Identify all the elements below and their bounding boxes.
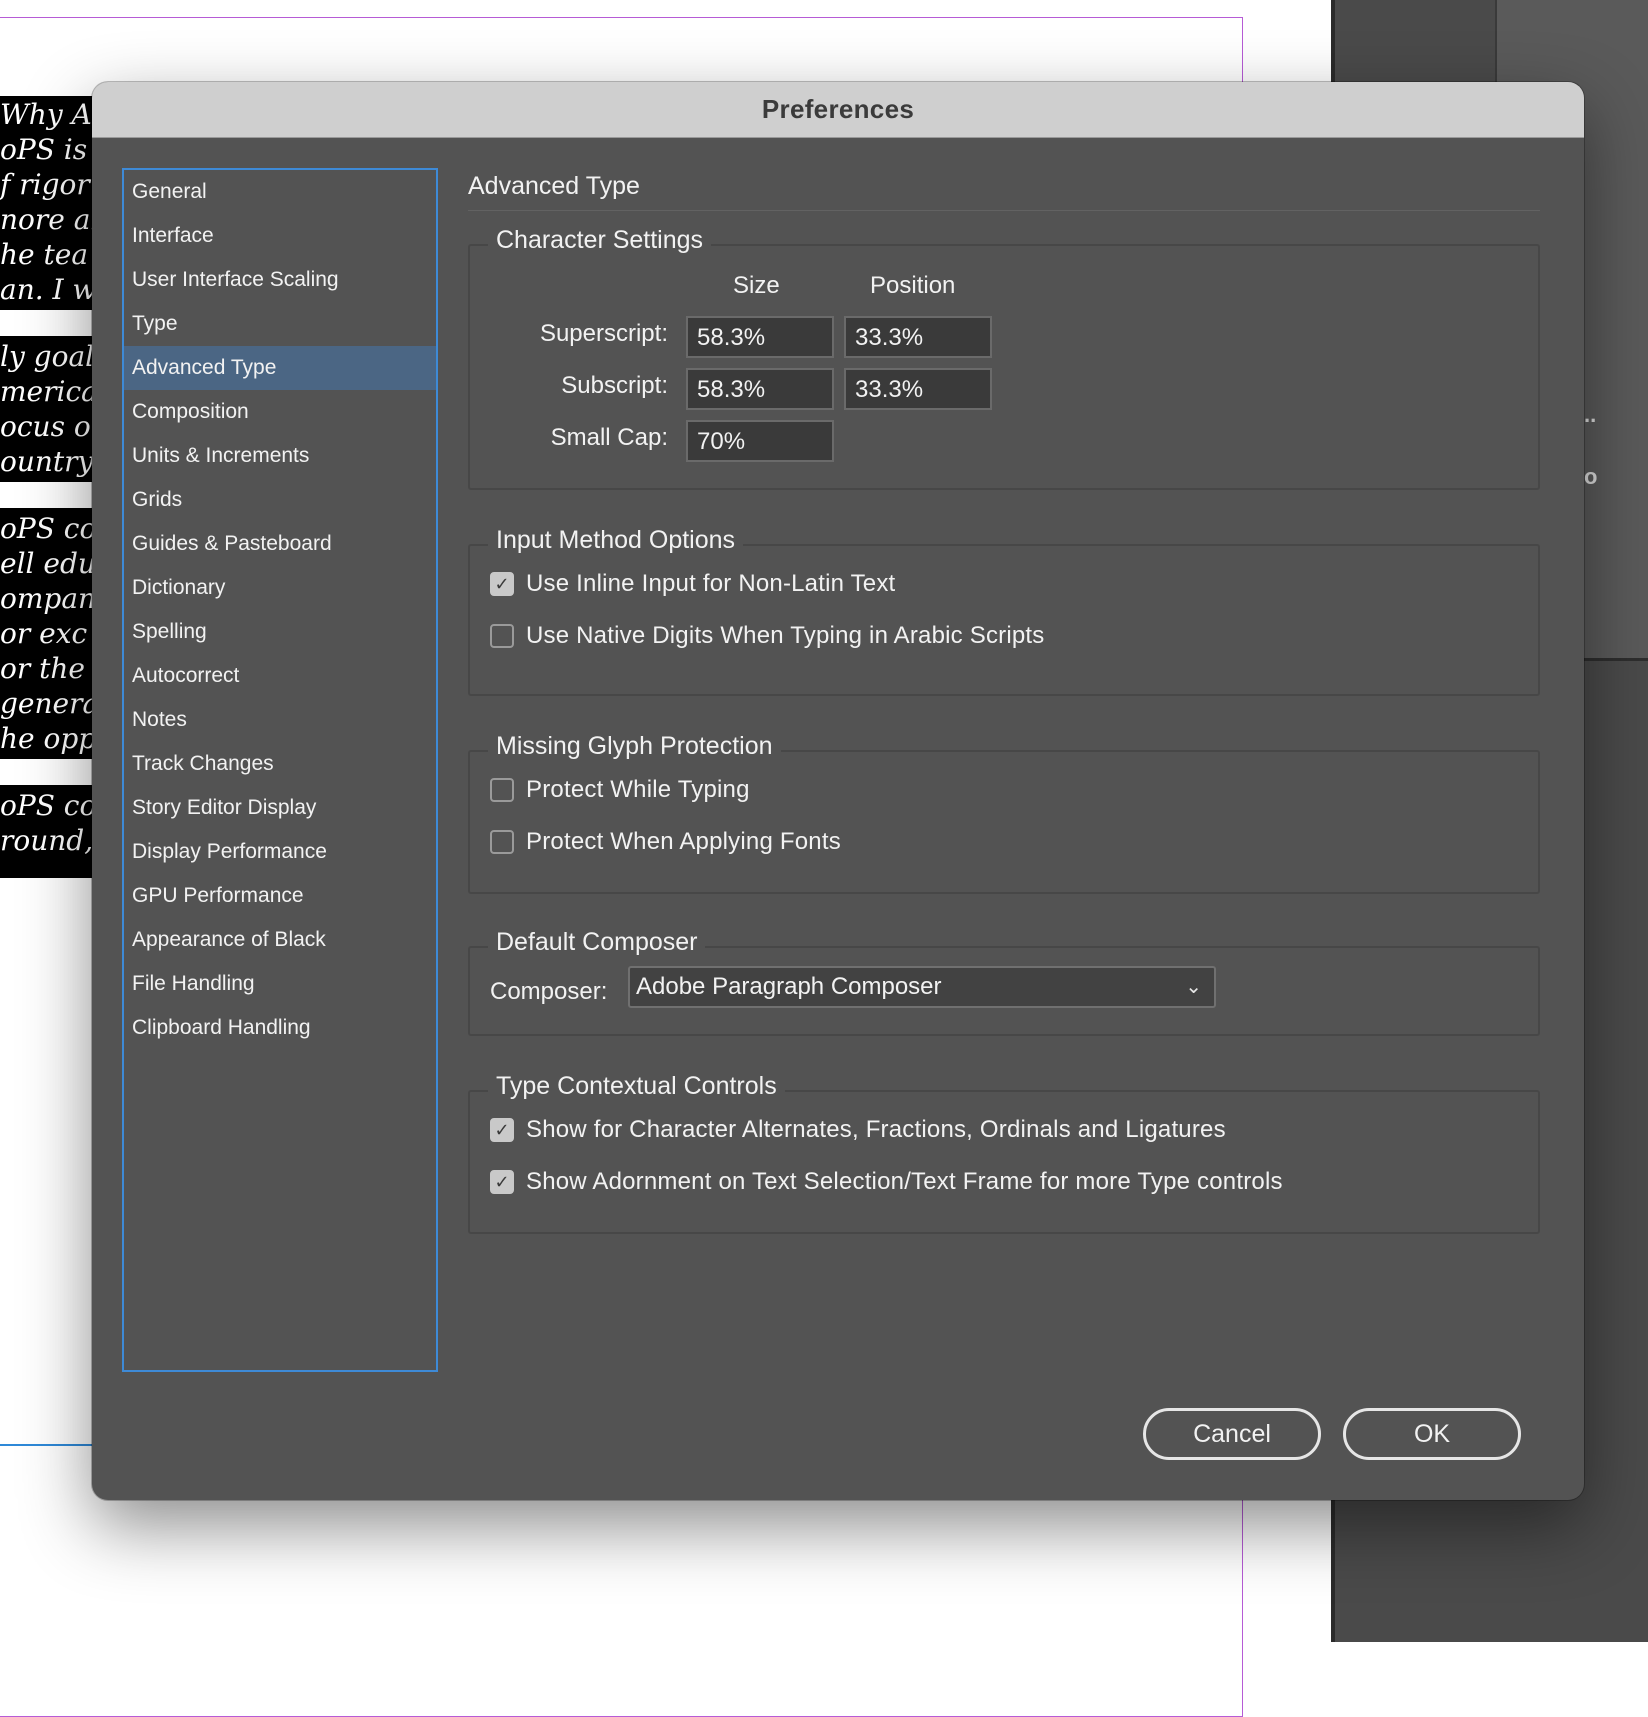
protect-typing-label: Protect While Typing [526, 776, 750, 803]
default-composer-group: Default Composer Composer: Adobe Paragra… [468, 928, 1540, 1036]
document-line-gap [0, 310, 100, 336]
small-cap-label: Small Cap: [550, 424, 668, 451]
sidebar-item-gpu-performance[interactable]: GPU Performance [124, 874, 436, 918]
protect-fonts-checkbox[interactable] [490, 830, 514, 854]
adornment-option[interactable]: ✓ Show Adornment on Text Selection/Text … [490, 1166, 1283, 1198]
sidebar-item-interface[interactable]: Interface [124, 214, 436, 258]
superscript-label: Superscript: [539, 320, 668, 347]
dialog-titlebar[interactable]: Preferences [92, 82, 1584, 138]
char-alternates-checkbox[interactable]: ✓ [490, 1118, 514, 1142]
document-text-line: f rigor [0, 168, 90, 201]
dialog-title: Preferences [761, 94, 915, 124]
panel-overflow-text: o [1584, 464, 1598, 489]
document-text-line: or the [0, 652, 85, 685]
group-title-missing-glyph: Missing Glyph Protection [488, 732, 781, 761]
group-title-default-composer: Default Composer [488, 928, 706, 957]
checkmark-icon: ✓ [494, 574, 510, 594]
protect-typing-option[interactable]: Protect While Typing [490, 774, 750, 806]
chevron-down-icon: ⌄ [1185, 976, 1202, 998]
ok-button[interactable]: OK [1343, 1408, 1521, 1460]
preferences-dialog: Preferences General Interface User Interfa… [92, 82, 1584, 1500]
sidebar-item-advanced-type[interactable]: Advanced Type [124, 346, 436, 390]
document-line-gap [0, 759, 100, 785]
contextual-controls-group: Type Contextual Controls ✓ Show for Char… [468, 1072, 1540, 1234]
document-text-line: Why Ad [0, 98, 100, 131]
input-method-group: Input Method Options ✓ Use Inline Input … [468, 526, 1540, 696]
panel-overflow-text: .. [1584, 402, 1597, 427]
sidebar-item-appearance-of-black[interactable]: Appearance of Black [124, 918, 436, 962]
sidebar-item-guides-pasteboard[interactable]: Guides & Pasteboard [124, 522, 436, 566]
document-text-line: ell edu [0, 547, 96, 580]
missing-glyph-group: Missing Glyph Protection Protect While T… [468, 732, 1540, 894]
sidebar-item-units-increments[interactable]: Units & Increments [124, 434, 436, 478]
document-text-line: oPS co [0, 789, 97, 822]
native-digits-label: Use Native Digits When Typing in Arabic … [526, 622, 1045, 649]
group-title-character-settings: Character Settings [488, 226, 712, 255]
group-title-input-method: Input Method Options [488, 526, 744, 555]
sidebar-item-autocorrect[interactable]: Autocorrect [124, 654, 436, 698]
document-text-line: genera [0, 687, 100, 720]
superscript-size-field[interactable]: 58.3% [686, 316, 834, 358]
native-digits-checkbox[interactable] [490, 624, 514, 648]
sidebar-item-dictionary[interactable]: Dictionary [124, 566, 436, 610]
native-digits-option[interactable]: Use Native Digits When Typing in Arabic … [490, 620, 1045, 652]
sidebar-item-display-performance[interactable]: Display Performance [124, 830, 436, 874]
composer-label: Composer: [490, 978, 608, 1005]
adornment-checkbox[interactable]: ✓ [490, 1170, 514, 1194]
sidebar-item-user-interface-scaling[interactable]: User Interface Scaling [124, 258, 436, 302]
sidebar-item-notes[interactable]: Notes [124, 698, 436, 742]
document-text-line: ocus o [0, 410, 91, 443]
document-text-line: oPS co [0, 512, 97, 545]
document-text-line: nore ab [0, 203, 100, 236]
preferences-category-list[interactable]: General Interface User Interface Scaling Ty… [122, 168, 438, 1372]
document-text-line: an. I w [0, 273, 97, 306]
document-guide-line [0, 1444, 100, 1446]
document-text-line: he tea [0, 238, 89, 271]
document-text-line: oPS is [0, 133, 88, 166]
document-text-line: merica, [0, 375, 100, 408]
document-text-line: or exc [0, 617, 88, 650]
document-text-line: ompany [0, 582, 100, 615]
char-alternates-option[interactable]: ✓ Show for Character Alternates, Fractio… [490, 1114, 1226, 1146]
section-heading: Advanced Type [468, 172, 640, 200]
protect-fonts-option[interactable]: Protect When Applying Fonts [490, 826, 841, 858]
composer-select[interactable]: Adobe Paragraph Composer ⌄ [628, 966, 1216, 1008]
protect-typing-checkbox[interactable] [490, 778, 514, 802]
checkmark-icon: ✓ [494, 1120, 510, 1140]
small-cap-size-field[interactable]: 70% [686, 420, 834, 462]
document-handwriting-image: Why Ad oPS is f rigor nore ab he tea an. I w l… [0, 96, 100, 878]
protect-fonts-label: Protect When Applying Fonts [526, 828, 841, 855]
checkmark-icon: ✓ [494, 1172, 510, 1192]
adornment-label: Show Adornment on Text Selection/Text Fr… [526, 1168, 1283, 1195]
inline-input-checkbox[interactable]: ✓ [490, 572, 514, 596]
sidebar-item-composition[interactable]: Composition [124, 390, 436, 434]
cancel-button[interactable]: Cancel [1143, 1408, 1321, 1460]
subscript-size-field[interactable]: 58.3% [686, 368, 834, 410]
composer-select-value: Adobe Paragraph Composer [636, 973, 942, 1000]
sidebar-item-spelling[interactable]: Spelling [124, 610, 436, 654]
sidebar-item-story-editor-display[interactable]: Story Editor Display [124, 786, 436, 830]
group-title-contextual-controls: Type Contextual Controls [488, 1072, 785, 1101]
sidebar-item-grids[interactable]: Grids [124, 478, 436, 522]
document-text-line: he opp [0, 722, 97, 755]
position-column-header: Position [870, 272, 956, 299]
sidebar-item-type[interactable]: Type [124, 302, 436, 346]
size-column-header: Size [733, 272, 780, 299]
inline-input-option[interactable]: ✓ Use Inline Input for Non-Latin Text [490, 568, 895, 600]
document-text-line: round, [0, 824, 94, 857]
heading-divider [468, 210, 1540, 211]
sidebar-item-general[interactable]: General [124, 170, 436, 214]
subscript-label: Subscript: [561, 372, 668, 399]
char-alternates-label: Show for Character Alternates, Fractions… [526, 1116, 1226, 1143]
document-text-line: ly goal [0, 340, 95, 373]
sidebar-item-file-handling[interactable]: File Handling [124, 962, 436, 1006]
character-settings-group: Character Settings Size Position Supersc… [468, 226, 1540, 490]
document-text-line: ountry [0, 445, 94, 478]
superscript-position-field[interactable]: 33.3% [844, 316, 992, 358]
subscript-position-field[interactable]: 33.3% [844, 368, 992, 410]
sidebar-item-clipboard-handling[interactable]: Clipboard Handling [124, 1006, 436, 1050]
inline-input-label: Use Inline Input for Non-Latin Text [526, 570, 896, 597]
sidebar-item-track-changes[interactable]: Track Changes [124, 742, 436, 786]
document-line-gap [0, 482, 100, 508]
